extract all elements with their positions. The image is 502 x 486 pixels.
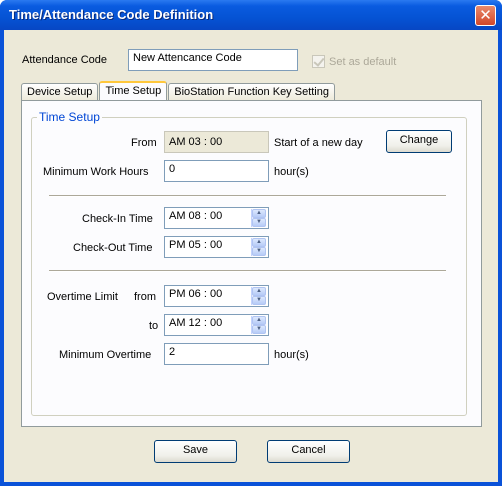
spin-down-icon[interactable]: ▼ — [252, 247, 266, 256]
min-work-hours-input[interactable]: 0 — [164, 160, 269, 182]
tab-strip: Device Setup Time Setup BioStation Funct… — [21, 81, 336, 102]
save-button[interactable]: Save — [154, 440, 237, 463]
separator-1 — [49, 195, 446, 197]
from-time-field: AM 03 : 00 — [164, 131, 269, 153]
title-bar[interactable]: Time/Attendance Code Definition ✕ — [0, 0, 502, 30]
spin-down-icon[interactable]: ▼ — [252, 296, 266, 305]
spin-up-icon[interactable]: ▲ — [252, 316, 266, 325]
overtime-from-spinner[interactable]: ▲ ▼ — [251, 287, 266, 305]
attendance-code-input[interactable]: New Attencance Code — [128, 49, 298, 71]
change-button[interactable]: Change — [386, 130, 452, 153]
spin-down-icon[interactable]: ▼ — [252, 218, 266, 227]
spin-up-icon[interactable]: ▲ — [252, 238, 266, 247]
checkbox-check-icon — [312, 55, 325, 68]
check-out-label: Check-Out Time — [73, 242, 153, 254]
overtime-limit-label: Overtime Limit — [47, 291, 118, 303]
min-work-hours-label: Minimum Work Hours — [43, 166, 149, 178]
overtime-to-spinner[interactable]: ▲ ▼ — [251, 316, 266, 334]
min-overtime-unit: hour(s) — [274, 349, 309, 361]
min-overtime-input[interactable]: 2 — [164, 343, 269, 365]
from-label: From — [131, 137, 157, 149]
check-out-spinner[interactable]: ▲ ▼ — [251, 238, 266, 256]
check-in-spinner[interactable]: ▲ ▼ — [251, 209, 266, 227]
cancel-button[interactable]: Cancel — [267, 440, 350, 463]
spin-up-icon[interactable]: ▲ — [252, 209, 266, 218]
tab-device-setup[interactable]: Device Setup — [21, 83, 99, 101]
min-work-hours-unit: hour(s) — [274, 166, 309, 178]
spin-up-icon[interactable]: ▲ — [252, 287, 266, 296]
close-button[interactable]: ✕ — [475, 5, 496, 26]
spin-down-icon[interactable]: ▼ — [252, 325, 266, 334]
set-default-checkbox[interactable]: Set as default — [312, 55, 396, 68]
tab-time-setup[interactable]: Time Setup — [99, 81, 168, 102]
overtime-from-label: from — [134, 291, 156, 303]
window-title: Time/Attendance Code Definition — [9, 7, 214, 22]
check-in-label: Check-In Time — [82, 213, 153, 225]
attendance-code-label: Attendance Code — [22, 54, 108, 66]
min-overtime-label: Minimum Overtime — [59, 349, 152, 361]
set-default-label: Set as default — [329, 55, 397, 68]
time-setup-group-title: Time Setup — [37, 110, 102, 124]
separator-2 — [49, 270, 446, 272]
tab-biostation-function-key[interactable]: BioStation Function Key Setting — [168, 83, 335, 101]
overtime-to-label: to — [149, 320, 159, 332]
start-new-day-text: Start of a new day — [274, 137, 363, 149]
